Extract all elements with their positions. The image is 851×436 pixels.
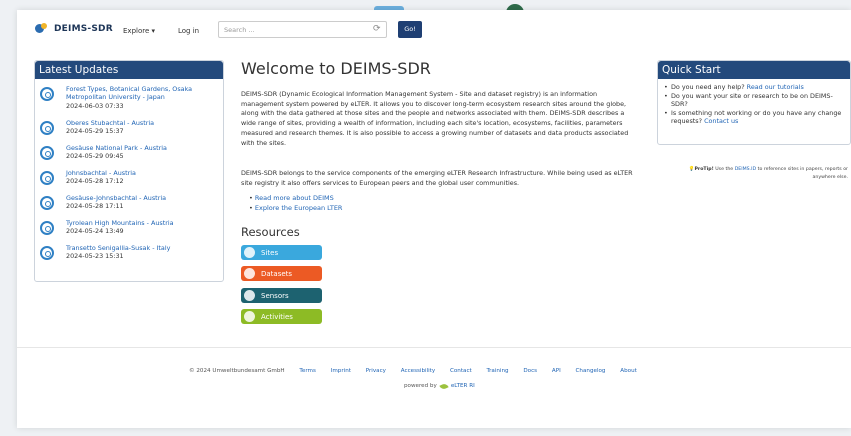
activities-button[interactable]: Activities xyxy=(241,309,322,324)
protip-text: Use the xyxy=(715,167,734,172)
intro-paragraph: DEIMS-SDR (Dynamic Ecological Informatio… xyxy=(241,90,629,147)
datasets-button[interactable]: Datasets xyxy=(241,266,322,281)
update-date: 2024-05-28 17:11 xyxy=(66,202,124,211)
list-item[interactable]: Forest Types, Botanical Gardens, Osaka M… xyxy=(40,85,220,110)
sensors-button[interactable]: Sensors xyxy=(241,288,322,303)
site-icon xyxy=(40,246,54,260)
sites-button[interactable]: Sites xyxy=(241,245,322,260)
sensors-label: Sensors xyxy=(261,291,289,300)
update-title[interactable]: Gesäuse-Johnsbachtal - Austria xyxy=(66,194,166,202)
footer-link-accessibility[interactable]: Accessibility xyxy=(401,368,435,374)
site-icon xyxy=(40,146,54,160)
activities-icon xyxy=(244,311,255,322)
contact-text: Is something not working or do you have … xyxy=(671,108,842,126)
browser-page: DEIMS-SDR Explore ▾ Log in Search ... ⟳ … xyxy=(17,10,851,428)
protip-text: to reference sites in papers, reports or… xyxy=(757,167,848,180)
login-link[interactable]: Log in xyxy=(178,27,199,35)
powered-by-text: powered by xyxy=(404,383,437,389)
sites-icon xyxy=(244,247,255,258)
footer-link-terms[interactable]: Terms xyxy=(299,368,315,374)
update-date: 2024-05-29 09:45 xyxy=(66,152,124,161)
tutorials-link[interactable]: Read our tutorials xyxy=(747,83,804,91)
footer-link-api[interactable]: API xyxy=(552,368,561,374)
footer: © 2024 Umweltbundesamt GmbH Terms Imprin… xyxy=(189,368,637,374)
update-date: 2024-05-29 15:37 xyxy=(66,127,124,136)
site-icon xyxy=(40,196,54,210)
navbar: DEIMS-SDR Explore ▾ Log in Search ... ⟳ … xyxy=(17,10,851,52)
list-item[interactable]: Oberes Stubachtal - Austria 2024-05-29 15… xyxy=(40,119,220,143)
activities-label: Activities xyxy=(261,312,293,321)
update-title[interactable]: Gesäuse National Park - Austria xyxy=(66,144,167,152)
update-title[interactable]: Oberes Stubachtal - Austria xyxy=(66,119,154,127)
footer-link-imprint[interactable]: Imprint xyxy=(331,368,351,374)
update-date: 2024-06-03 07:33 xyxy=(66,101,124,110)
update-date: 2024-05-28 17:12 xyxy=(66,177,124,186)
update-title[interactable]: Forest Types, Botanical Gardens, Osaka M… xyxy=(66,85,192,101)
logo-text: DEIMS-SDR xyxy=(54,24,113,34)
site-icon xyxy=(40,121,54,135)
update-date: 2024-05-23 15:31 xyxy=(66,252,124,261)
sensors-icon xyxy=(244,290,255,301)
elter-paragraph: DEIMS-SDR belongs to the service compone… xyxy=(241,169,633,187)
resources-heading: Resources xyxy=(241,225,300,239)
site-logo[interactable]: DEIMS-SDR xyxy=(35,23,113,35)
info-links: Read more about DEIMS Explore the Europe… xyxy=(249,194,343,214)
go-button[interactable]: Go! xyxy=(398,21,422,38)
help-text: Do you need any help? xyxy=(671,83,745,91)
help-item: Do you need any help? Read our tutorials xyxy=(664,83,844,92)
list-item[interactable]: Gesäuse-Johnsbachtal - Austria 2024-05-28… xyxy=(40,194,220,218)
deims-id-link[interactable]: DEIMS.ID xyxy=(735,167,756,172)
site-icon xyxy=(40,87,54,101)
list-item[interactable]: Transetto Senigallia-Susak - Italy 2024-0… xyxy=(40,244,220,268)
update-title[interactable]: Tyrolean High Mountains - Austria xyxy=(66,219,174,227)
explore-lter-link[interactable]: Explore the European LTER xyxy=(249,204,343,214)
sites-label: Sites xyxy=(261,248,279,257)
explore-menu[interactable]: Explore ▾ xyxy=(123,27,155,35)
update-title[interactable]: Johnsbachtal - Austria xyxy=(66,169,136,177)
elter-link[interactable]: eLTER RI xyxy=(451,383,475,389)
latest-updates-title: Latest Updates xyxy=(35,61,223,79)
site-icon xyxy=(40,221,54,235)
copyright: © 2024 Umweltbundesamt GmbH xyxy=(189,368,285,374)
list-item[interactable]: Johnsbachtal - Austria 2024-05-28 17:12 xyxy=(40,169,220,193)
datasets-icon xyxy=(244,268,255,279)
powered-by: powered by eLTER RI xyxy=(404,382,475,390)
contact-link[interactable]: Contact us xyxy=(704,117,738,125)
list-item[interactable]: Gesäuse National Park - Austria 2024-05-2… xyxy=(40,144,220,168)
footer-link-about[interactable]: About xyxy=(620,368,637,374)
elter-leaf-icon xyxy=(439,382,449,390)
list-item[interactable]: Tyrolean High Mountains - Austria 2024-05… xyxy=(40,219,220,243)
update-date: 2024-05-24 13:49 xyxy=(66,227,124,236)
datasets-label: Datasets xyxy=(261,269,293,278)
update-title[interactable]: Transetto Senigallia-Susak - Italy xyxy=(66,244,170,252)
footer-link-docs[interactable]: Docs xyxy=(523,368,537,374)
quick-start-panel: Quick Start Do you need any help? Read o… xyxy=(657,60,851,145)
contact-item: Is something not working or do you have … xyxy=(664,109,844,126)
protip-label: ProTip! xyxy=(694,167,714,172)
read-more-link[interactable]: Read more about DEIMS xyxy=(249,194,342,204)
site-icon xyxy=(40,171,54,185)
footer-divider xyxy=(17,347,851,348)
footer-link-training[interactable]: Training xyxy=(487,368,509,374)
search-input[interactable]: Search ... xyxy=(218,21,387,38)
deims-logo-icon xyxy=(35,23,49,35)
page-title: Welcome to DEIMS-SDR xyxy=(241,59,431,78)
register-text: Do you want your site or research to be … xyxy=(671,91,833,109)
footer-link-contact[interactable]: Contact xyxy=(450,368,472,374)
protip: 💡ProTip! Use the DEIMS.ID to reference s… xyxy=(665,166,848,181)
footer-link-changelog[interactable]: Changelog xyxy=(576,368,606,374)
quick-start-title: Quick Start xyxy=(658,61,850,79)
reset-icon[interactable]: ⟳ xyxy=(373,24,381,34)
latest-updates-panel: Latest Updates Forest Types, Botanical G… xyxy=(34,60,224,282)
footer-link-privacy[interactable]: Privacy xyxy=(366,368,386,374)
register-item: Do you want your site or research to be … xyxy=(664,92,844,109)
